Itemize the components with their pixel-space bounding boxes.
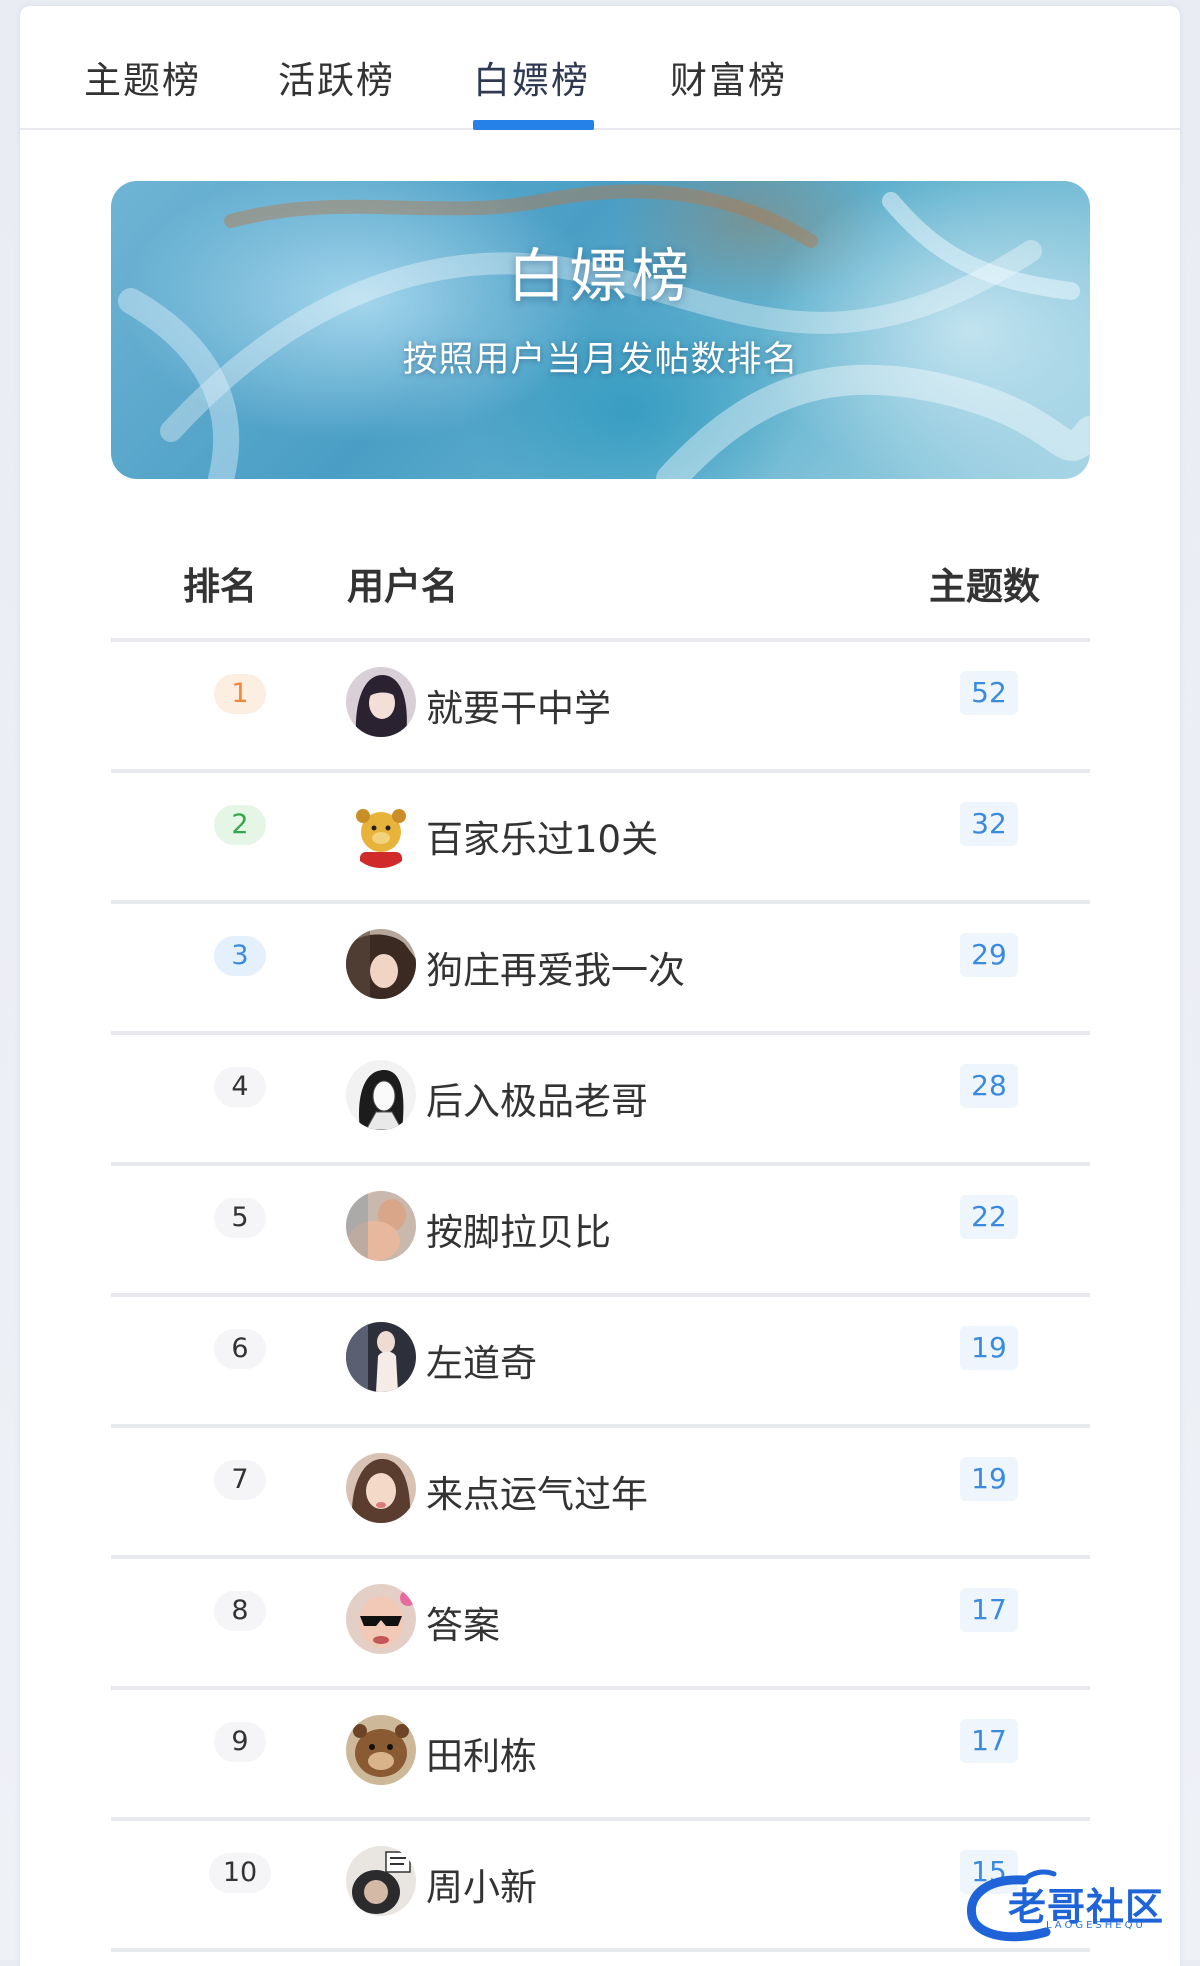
avatar[interactable] [346, 1322, 416, 1392]
table-row: 6 左道奇 19 [111, 1297, 1090, 1428]
table-row: 7 来点运气过年 19 [111, 1428, 1090, 1559]
table-row: 8 答案 17 [111, 1559, 1090, 1690]
username-link[interactable]: 按脚拉贝比 [426, 1202, 611, 1256]
tab-topic-ranking[interactable]: 主题榜 [84, 50, 201, 104]
topic-count: 19 [960, 1457, 1018, 1501]
tab-freeloader-ranking[interactable]: 白嫖榜 [473, 50, 590, 104]
table-row: 4 后入极品老哥 28 [111, 1035, 1090, 1166]
username-link[interactable]: 答案 [426, 1595, 500, 1649]
username-link[interactable]: 百家乐过10关 [426, 809, 658, 863]
rank-badge: 1 [214, 674, 266, 714]
rank-badge: 2 [214, 805, 266, 845]
topic-count: 52 [960, 671, 1018, 715]
table-row: 2 百家乐过10关 32 [111, 773, 1090, 904]
active-tab-indicator [473, 120, 594, 130]
table-row: 3 狗庄再爱我一次 29 [111, 904, 1090, 1035]
avatar[interactable] [346, 1584, 416, 1654]
dragon-artwork [118, 184, 1090, 479]
avatar[interactable] [346, 1060, 416, 1130]
banner-title: 白嫖榜 [507, 242, 694, 310]
username-link[interactable]: 就要干中学 [426, 678, 611, 732]
username-link[interactable]: 后入极品老哥 [426, 1071, 648, 1125]
rank-badge: 3 [214, 936, 266, 976]
topic-count: 32 [960, 802, 1018, 846]
topic-count: 17 [960, 1719, 1018, 1763]
avatar[interactable] [346, 798, 416, 868]
tab-bar: 主题榜 活跃榜 白嫖榜 财富榜 [20, 6, 1180, 130]
ranking-list: 1 就要干中学 52 2 百家乐过10关 32 3 狗庄再爱我一次 29 4 后… [111, 642, 1090, 1952]
table-row: 5 按脚拉贝比 22 [111, 1166, 1090, 1297]
username-link[interactable]: 田利栋 [426, 1726, 537, 1780]
rank-badge: 4 [214, 1067, 266, 1107]
username-link[interactable]: 左道奇 [426, 1333, 537, 1387]
avatar[interactable] [346, 1453, 416, 1523]
topic-count: 28 [960, 1064, 1018, 1108]
leaderboard-page: 主题榜 活跃榜 白嫖榜 财富榜 白嫖榜 按照用户当月发帖数排名 排名 用户名 主… [20, 6, 1180, 1966]
tab-wealth-ranking[interactable]: 财富榜 [670, 50, 787, 104]
rank-badge: 8 [214, 1591, 266, 1631]
table-row: 1 就要干中学 52 [111, 642, 1090, 773]
avatar[interactable] [346, 1715, 416, 1785]
avatar[interactable] [346, 929, 416, 999]
table-row: 10 周小新 15 [111, 1821, 1090, 1952]
username-link[interactable]: 周小新 [426, 1857, 537, 1911]
username-column-header: 用户名 [347, 565, 458, 608]
table-header: 排名 用户名 主题数 [111, 526, 1090, 642]
ranking-banner: 白嫖榜 按照用户当月发帖数排名 [111, 181, 1090, 479]
username-link[interactable]: 来点运气过年 [426, 1464, 648, 1518]
rank-badge: 10 [209, 1853, 271, 1893]
topic-count: 17 [960, 1588, 1018, 1632]
site-watermark: 老哥社区 LAOGESHEQU [962, 1866, 1192, 1946]
avatar[interactable] [346, 1191, 416, 1261]
avatar[interactable] [346, 667, 416, 737]
topic-count: 22 [960, 1195, 1018, 1239]
rank-column-header: 排名 [183, 565, 257, 608]
username-link[interactable]: 狗庄再爱我一次 [426, 940, 685, 994]
table-row: 9 田利栋 17 [111, 1690, 1090, 1821]
topic-count-column-header: 主题数 [929, 565, 1040, 608]
topic-count: 29 [960, 933, 1018, 977]
rank-badge: 6 [214, 1329, 266, 1369]
avatar[interactable] [346, 1846, 416, 1916]
banner-subtitle: 按照用户当月发帖数排名 [402, 340, 799, 380]
topic-count: 19 [960, 1326, 1018, 1370]
rank-badge: 7 [214, 1460, 266, 1500]
tab-active-ranking[interactable]: 活跃榜 [278, 50, 395, 104]
watermark-subtext: LAOGESHEQU [1046, 1920, 1146, 1931]
rank-badge: 5 [214, 1198, 266, 1238]
rank-badge: 9 [214, 1722, 266, 1762]
